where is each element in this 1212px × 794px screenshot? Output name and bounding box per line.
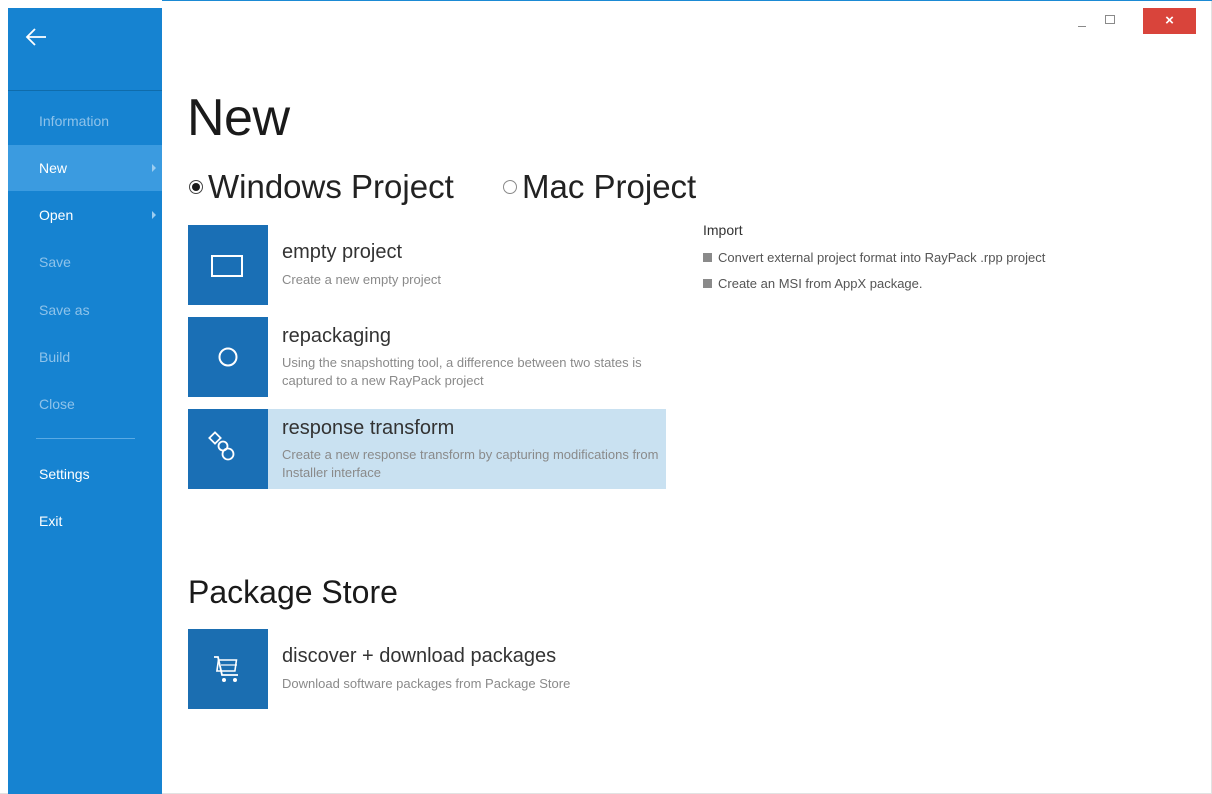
repackaging-circle-icon [218,347,238,367]
bullet-square-icon [703,279,712,288]
tile-icon-box [188,409,268,489]
radio-label: Mac Project [522,168,697,205]
sidebar: Information New Open Save Save as Build … [8,8,162,794]
sidebar-item-label: Save as [39,302,90,318]
tile-description: Create a new empty project [282,272,441,287]
transform-shapes-icon [208,431,235,461]
import-convert-link[interactable]: Convert external project format into Ray… [703,250,1045,265]
tile-description: Download software packages from Package … [282,676,571,691]
radio-label: Windows Project [208,168,454,205]
sidebar-item-save-as[interactable]: Save as [8,287,162,333]
import-appx-link[interactable]: Create an MSI from AppX package. [703,276,923,291]
sidebar-item-label: Close [39,396,75,412]
tile-icon-box [188,317,268,397]
tile-description: Create a new response transform by captu… [282,447,659,480]
sidebar-item-save[interactable]: Save [8,239,162,285]
back-button[interactable] [8,8,162,90]
radio-unchecked-icon [503,180,517,194]
window-top-border [162,0,1212,1]
tile-icon-box [188,629,268,709]
sidebar-item-label: Build [39,349,71,365]
back-arrow-icon [25,28,46,46]
import-item-label: Create an MSI from AppX package. [718,276,923,291]
sidebar-item-build[interactable]: Build [8,334,162,380]
sidebar-item-label: Exit [39,513,63,529]
sidebar-item-open[interactable]: Open [8,192,162,238]
sidebar-separator [8,90,162,91]
tile-title: empty project [282,241,403,263]
sidebar-item-exit[interactable]: Exit [8,498,162,544]
tile-repackaging[interactable]: repackaging Using the snapshotting tool,… [188,317,666,397]
tile-empty-project[interactable]: empty project Create a new empty project [188,225,666,305]
page-title: New [187,89,290,147]
minimize-icon [1078,26,1086,27]
close-button[interactable]: × [1143,8,1196,34]
tile-description: Using the snapshotting tool, a differenc… [282,355,642,388]
tile-response-transform[interactable]: response transform Create a new response… [188,409,666,489]
tile-icon-box [188,225,268,305]
sidebar-divider [36,438,135,439]
maximize-button[interactable] [1099,8,1121,34]
sidebar-item-settings[interactable]: Settings [8,451,162,497]
tile-title: discover + download packages [282,645,557,667]
empty-project-icon [211,255,243,277]
tile-title: repackaging [282,325,391,347]
tile-discover-download[interactable]: discover + download packages Download so… [188,629,666,709]
sidebar-item-label: Open [39,207,74,223]
sidebar-item-new[interactable]: New [8,145,162,191]
sidebar-item-label: Settings [39,466,90,482]
package-store-title: Package Store [188,574,398,610]
import-item-label: Convert external project format into Ray… [718,250,1046,265]
close-icon: × [1165,12,1174,29]
radio-checked-icon [189,180,203,194]
tile-title: response transform [282,417,455,439]
sidebar-item-label: New [39,160,68,176]
sidebar-item-label: Information [39,113,110,129]
submenu-arrow-icon [152,164,156,172]
minimize-button[interactable] [1072,8,1094,34]
shopping-cart-icon [214,656,238,682]
sidebar-item-close[interactable]: Close [8,381,162,427]
sidebar-item-label: Save [39,254,71,270]
maximize-icon [1105,15,1115,24]
import-heading: Import [703,222,743,238]
submenu-arrow-icon [152,211,156,219]
bullet-square-icon [703,253,712,262]
sidebar-item-information[interactable]: Information [8,98,162,144]
